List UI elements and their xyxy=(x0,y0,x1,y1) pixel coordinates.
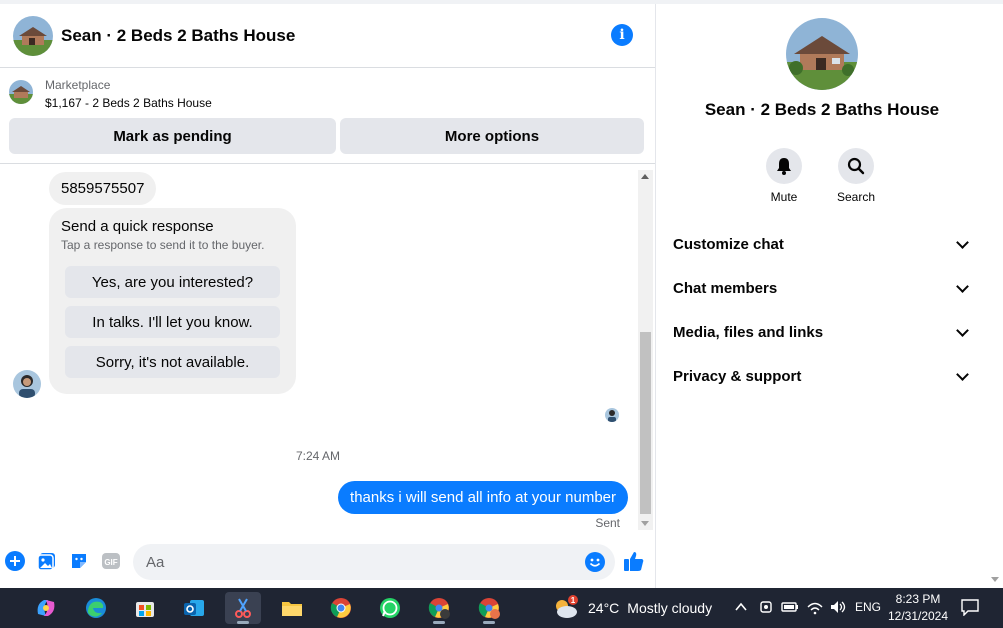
chat-avatar[interactable] xyxy=(13,15,53,56)
open-app-indicator xyxy=(483,621,495,624)
snipping-tool-icon[interactable] xyxy=(225,592,261,624)
emoji-icon[interactable] xyxy=(585,552,605,572)
like-icon[interactable] xyxy=(622,549,646,573)
cloudy-weather-icon: 1 xyxy=(556,595,578,618)
search-icon[interactable] xyxy=(838,148,874,184)
gif-icon-label: GIF xyxy=(104,558,117,567)
chat-title[interactable]: Sean · 2 Beds 2 Baths House xyxy=(61,26,295,46)
message-timestamp: 7:24 AM xyxy=(295,449,341,463)
quick-response-card: Send a quick response Tap a response to … xyxy=(49,208,296,394)
chevron-down-icon xyxy=(956,323,969,337)
chevron-up-icon[interactable] xyxy=(734,600,748,617)
scroll-down-arrow-icon[interactable] xyxy=(641,521,649,526)
scroll-up-arrow-icon[interactable] xyxy=(641,174,649,179)
section-label: Media, files and links xyxy=(673,323,824,341)
meet-icon[interactable] xyxy=(758,599,774,618)
seen-indicator-avatar xyxy=(605,408,619,422)
volume-icon[interactable] xyxy=(829,599,847,618)
quick-response-subtitle: Tap a response to send it to the buyer. xyxy=(61,238,265,252)
message-bubble-phone[interactable]: 5859575507 xyxy=(49,172,157,205)
gallery-icon[interactable] xyxy=(36,550,58,572)
more-options-button[interactable]: More options xyxy=(340,118,644,154)
system-clock[interactable]: 8:23 PM 12/31/2024 xyxy=(880,591,956,625)
section-label: Chat members xyxy=(673,279,778,297)
edge-icon[interactable] xyxy=(78,592,114,624)
chat-header: Sean · 2 Beds 2 Baths House i xyxy=(0,4,655,68)
chevron-down-icon xyxy=(956,235,969,249)
weather-badge: 1 xyxy=(571,596,576,605)
page-scrollbar[interactable] xyxy=(987,4,1003,588)
chevron-down-icon xyxy=(956,279,969,293)
quick-response-option[interactable]: In talks. I'll let you know. xyxy=(65,306,280,338)
chrome-profile-2-icon[interactable] xyxy=(471,592,507,624)
message-input-wrapper xyxy=(133,544,615,580)
quick-response-option[interactable]: Sorry, it's not available. xyxy=(65,346,280,378)
windows-taskbar: 1 24°C Mostly cloudy ENG 8:23 PM 12/31/2… xyxy=(0,588,1003,628)
quick-response-option[interactable]: Yes, are you interested? xyxy=(65,266,280,298)
open-app-indicator xyxy=(433,621,445,624)
notification-icon[interactable] xyxy=(960,598,980,619)
scroll-down-arrow-icon[interactable] xyxy=(991,577,999,582)
clock-time: 8:23 PM xyxy=(895,592,941,606)
mute-button[interactable]: Mute xyxy=(754,148,814,204)
gif-icon[interactable]: GIF xyxy=(100,550,122,572)
message-bubble-outgoing[interactable]: thanks i will send all info at your numb… xyxy=(338,481,628,514)
listing-title[interactable]: $1,167 - 2 Beds 2 Baths House xyxy=(45,96,212,110)
marketplace-banner: Marketplace $1,167 - 2 Beds 2 Baths Hous… xyxy=(0,68,655,164)
sticker-icon[interactable] xyxy=(68,550,90,572)
section-customize-chat[interactable]: Customize chat xyxy=(673,222,973,266)
bell-icon[interactable] xyxy=(766,148,802,184)
weather-condition: Mostly cloudy xyxy=(627,600,713,616)
listing-thumbnail[interactable] xyxy=(9,80,33,104)
marketplace-label: Marketplace xyxy=(45,78,111,92)
info-icon[interactable]: i xyxy=(611,24,633,46)
plus-icon[interactable] xyxy=(4,550,26,572)
chat-pane: Sean · 2 Beds 2 Baths House i Marketplac… xyxy=(0,4,656,588)
copilot-icon[interactable] xyxy=(28,592,64,624)
active-app-indicator xyxy=(237,621,249,624)
mute-label: Mute xyxy=(770,190,798,204)
section-privacy-support[interactable]: Privacy & support xyxy=(673,354,973,398)
chrome-profile-icon[interactable] xyxy=(421,592,457,624)
composer: GIF xyxy=(0,538,656,584)
microsoft-store-icon[interactable] xyxy=(127,592,163,624)
wifi-icon[interactable] xyxy=(806,599,824,618)
quick-response-title: Send a quick response xyxy=(61,218,214,235)
file-explorer-icon[interactable] xyxy=(274,592,310,624)
weather-widget[interactable]: 1 24°C Mostly cloudy xyxy=(552,594,712,622)
sender-avatar[interactable] xyxy=(13,370,41,398)
message-list: 5859575507 Send a quick response Tap a r… xyxy=(0,168,636,530)
language-indicator[interactable]: ENG xyxy=(855,600,881,614)
section-label: Privacy & support xyxy=(673,367,802,385)
section-chat-members[interactable]: Chat members xyxy=(673,266,973,310)
message-input[interactable] xyxy=(133,544,563,580)
section-label: Customize chat xyxy=(673,235,784,253)
battery-icon[interactable] xyxy=(781,599,799,618)
message-status: Sent xyxy=(595,516,620,530)
mark-as-pending-button[interactable]: Mark as pending xyxy=(9,118,336,154)
search-button[interactable]: Search xyxy=(826,148,886,204)
chrome-icon[interactable] xyxy=(323,592,359,624)
clock-date: 12/31/2024 xyxy=(887,609,949,623)
whatsapp-icon[interactable] xyxy=(372,592,408,624)
info-avatar[interactable] xyxy=(786,18,858,90)
scrollbar-thumb[interactable] xyxy=(640,332,651,514)
chevron-down-icon xyxy=(956,367,969,381)
outlook-icon[interactable] xyxy=(176,592,212,624)
message-scrollbar[interactable] xyxy=(638,170,653,530)
info-name: Sean · 2 Beds 2 Baths House xyxy=(704,100,940,119)
section-media-files-links[interactable]: Media, files and links xyxy=(673,310,973,354)
weather-temp: 24°C xyxy=(588,600,620,616)
conversation-info-pane: Sean · 2 Beds 2 Baths House Mute Search … xyxy=(657,4,987,588)
search-label: Search xyxy=(836,190,876,204)
